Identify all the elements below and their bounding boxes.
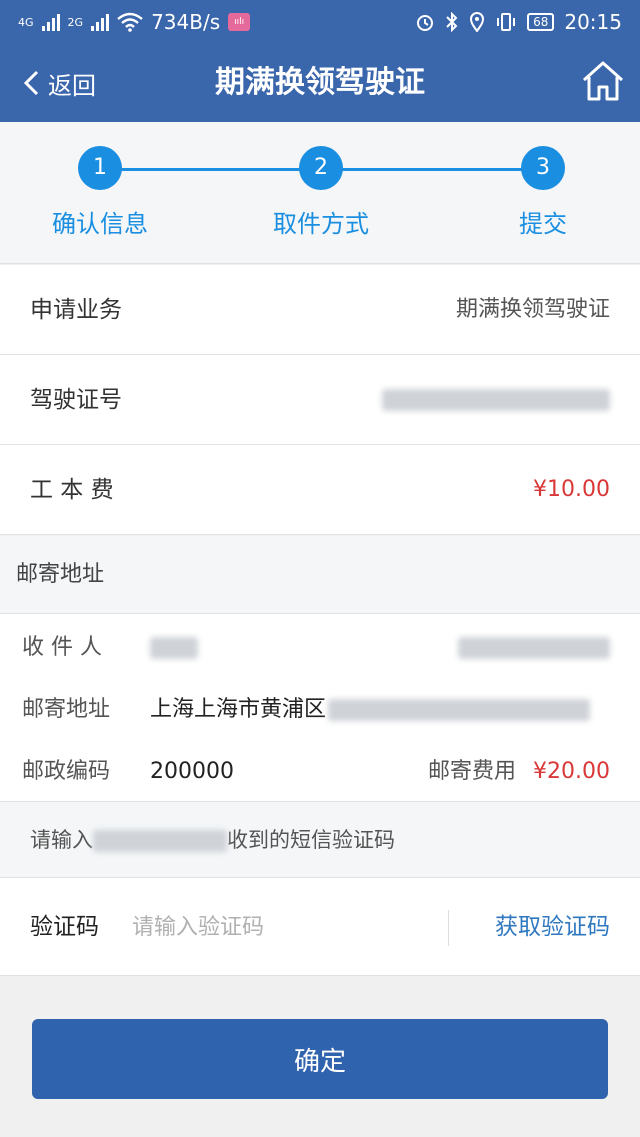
sms-hint-suffix: 收到的短信验证码 — [227, 828, 395, 852]
signal-2g-label: 2G — [67, 15, 84, 29]
app-notification-icon: ıılı — [228, 13, 251, 31]
mailing-address-block: 收 件 人 邮寄地址 上海上海市黄浦区 邮政编码 200000 邮寄费用 ¥20… — [0, 614, 640, 802]
verification-code-row: 验证码 获取验证码 — [0, 878, 640, 976]
mailing-section-title: 邮寄地址 — [0, 536, 640, 614]
vibrate-icon — [497, 13, 516, 31]
fee-row: 工 本 费 ¥10.00 — [0, 445, 640, 535]
sms-hint: 请输入 收到的短信验证码 — [0, 802, 640, 878]
wifi-icon — [117, 12, 143, 32]
chevron-left-icon — [23, 70, 39, 96]
divider — [448, 910, 449, 946]
postcode-line: 邮政编码 200000 邮寄费用 ¥20.00 — [22, 752, 610, 792]
status-bar: 4G 2G 734B/s ıılı 68 20:15 — [0, 0, 640, 44]
license-value-redacted — [382, 355, 610, 445]
postcode-label: 邮政编码 — [22, 759, 111, 784]
step-label: 取件方式 — [273, 210, 369, 238]
location-icon — [470, 12, 485, 32]
home-icon[interactable] — [580, 58, 626, 104]
address-value: 上海上海市黄浦区 — [150, 690, 591, 730]
page-title: 期满换领驾驶证 — [215, 65, 425, 100]
signal-bars-2-icon — [91, 13, 110, 31]
step-number: 1 — [78, 146, 122, 190]
recipient-phone-redacted — [458, 628, 610, 668]
postcode-value: 200000 — [150, 759, 234, 784]
business-label: 申请业务 — [30, 297, 122, 323]
get-code-button[interactable]: 获取验证码 — [495, 878, 610, 976]
step-number: 2 — [299, 146, 343, 190]
step-label: 确认信息 — [52, 210, 148, 238]
nav-bar: 返回 期满换领驾驶证 — [0, 44, 640, 122]
status-right: 68 20:15 — [415, 10, 622, 34]
address-label: 邮寄地址 — [22, 697, 111, 722]
fee-value: ¥10.00 — [533, 477, 610, 502]
sms-hint-prefix: 请输入 — [30, 828, 93, 852]
address-text: 上海上海市黄浦区 — [150, 697, 327, 722]
bluetooth-icon — [446, 12, 458, 32]
recipient-line: 收 件 人 — [22, 628, 610, 668]
status-left: 4G 2G 734B/s ıılı — [18, 10, 251, 34]
recipient-name-redacted — [150, 628, 198, 668]
step-3: 3 提交 — [473, 146, 613, 239]
alarm-icon — [417, 15, 434, 31]
confirm-button[interactable]: 确定 — [32, 1019, 608, 1099]
battery-indicator: 68 — [527, 13, 555, 31]
recipient-label: 收 件 人 — [22, 635, 102, 660]
clock: 20:15 — [564, 10, 622, 34]
license-label: 驾驶证号 — [30, 387, 122, 413]
fee-label: 工 本 费 — [30, 477, 114, 503]
back-button[interactable]: 返回 — [22, 44, 96, 122]
step-label: 提交 — [519, 210, 567, 238]
business-row: 申请业务 期满换领驾驶证 — [0, 265, 640, 355]
postage-fee: 邮寄费用 ¥20.00 — [428, 752, 610, 792]
license-row: 驾驶证号 — [0, 355, 640, 445]
address-line: 邮寄地址 上海上海市黄浦区 — [22, 690, 610, 730]
business-value: 期满换领驾驶证 — [455, 297, 610, 322]
back-label: 返回 — [48, 71, 96, 100]
net-speed: 734B/s — [151, 10, 221, 34]
step-2: 2 取件方式 — [251, 146, 391, 239]
verification-code-input[interactable] — [132, 906, 432, 948]
signal-4g-label: 4G — [18, 15, 34, 29]
postage-value: ¥20.00 — [533, 759, 610, 784]
step-1: 1 确认信息 — [30, 146, 170, 239]
step-number: 3 — [521, 146, 565, 190]
phone-redacted — [93, 830, 227, 852]
code-label: 验证码 — [30, 914, 99, 940]
postage-label: 邮寄费用 — [428, 759, 517, 784]
signal-bars-icon — [41, 13, 60, 31]
